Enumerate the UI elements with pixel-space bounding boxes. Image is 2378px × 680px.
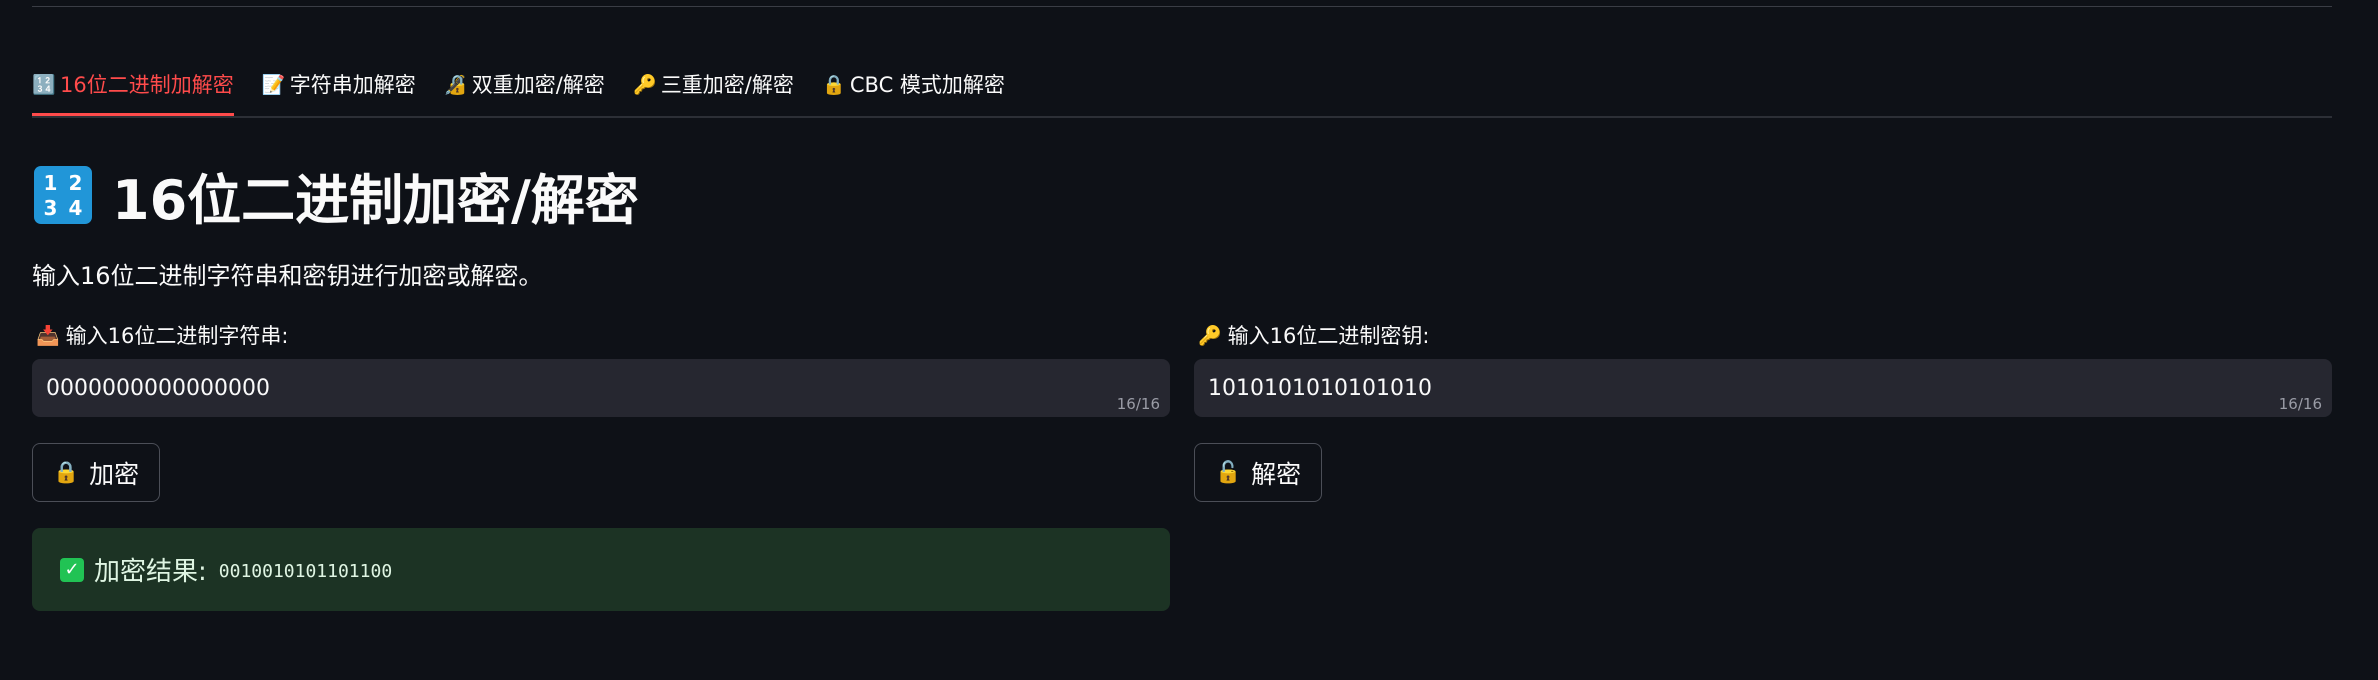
tab-label: 16位二进制加解密: [60, 73, 234, 97]
decrypt-button[interactable]: 🔓 解密: [1194, 443, 1323, 502]
decrypt-button-label: 解密: [1251, 459, 1302, 489]
input-numbers-icon: 1 2 3 4: [34, 166, 92, 224]
key-label-text: 输入16位二进制密钥:: [1227, 324, 1430, 348]
icon-digit: 1: [43, 170, 58, 195]
icon-digit: 3: [43, 195, 58, 220]
plaintext-label: 📥 输入16位二进制字符串:: [36, 320, 288, 350]
memo-icon: 📝: [261, 73, 286, 96]
tab-triple-encryption[interactable]: 🔑 三重加密/解密: [633, 64, 794, 104]
page-description: 输入16位二进制字符串和密钥进行加密或解密。: [32, 262, 543, 290]
key-icon: 🔑: [1198, 324, 1222, 347]
tab-label: 三重加密/解密: [660, 73, 794, 97]
tab-16bit-binary[interactable]: 🔢 16位二进制加解密: [32, 64, 234, 116]
tab-string[interactable]: 📝 字符串加解密: [262, 64, 416, 104]
unlocked-icon: 🔓: [1215, 460, 1242, 484]
page-title: 1 2 3 4 16位二进制加密/解密: [34, 160, 639, 232]
result-label: 加密结果:: [94, 557, 207, 587]
page-title-text: 16位二进制加密/解密: [112, 168, 639, 232]
plaintext-char-counter: 16/16: [1116, 395, 1160, 413]
result-value: 0010010101101100: [218, 561, 393, 582]
inbox-tray-icon: 📥: [36, 324, 60, 347]
top-divider: [32, 6, 2332, 7]
lock-icon: 🔒: [822, 73, 846, 96]
input-numbers-icon: 🔢: [32, 73, 56, 96]
plaintext-input[interactable]: [46, 375, 1156, 401]
lock-icon: 🔒: [53, 460, 80, 484]
encrypt-button[interactable]: 🔒 加密: [32, 443, 161, 502]
tab-label: CBC 模式加解密: [849, 73, 1005, 97]
plaintext-input-container: 16/16: [32, 359, 1170, 417]
tab-bar: 🔢 16位二进制加解密 📝 字符串加解密 🔏 双重加密/解密 🔑 三重加密/解密…: [32, 64, 2332, 118]
key-icon: 🔑: [632, 73, 657, 96]
key-input[interactable]: [1208, 375, 2318, 401]
icon-digit: 2: [68, 170, 83, 195]
tab-cbc-mode[interactable]: 🔒 CBC 模式加解密: [822, 64, 1005, 104]
icon-digit: 4: [68, 195, 83, 220]
tab-double-encryption[interactable]: 🔏 双重加密/解密: [444, 64, 605, 104]
key-label: 🔑 输入16位二进制密钥:: [1198, 320, 1429, 350]
check-mark-button-icon: ✓: [60, 557, 84, 582]
tab-label: 字符串加解密: [289, 73, 416, 97]
plaintext-label-text: 输入16位二进制字符串:: [65, 324, 289, 348]
encryption-result-alert: ✓ 加密结果: 0010010101101100: [32, 528, 1170, 611]
tab-label: 双重加密/解密: [471, 73, 605, 97]
key-input-container: 16/16: [1194, 359, 2332, 417]
encrypt-button-label: 加密: [89, 459, 140, 489]
lock-with-pen-icon: 🔏: [443, 73, 468, 96]
key-char-counter: 16/16: [2278, 395, 2322, 413]
